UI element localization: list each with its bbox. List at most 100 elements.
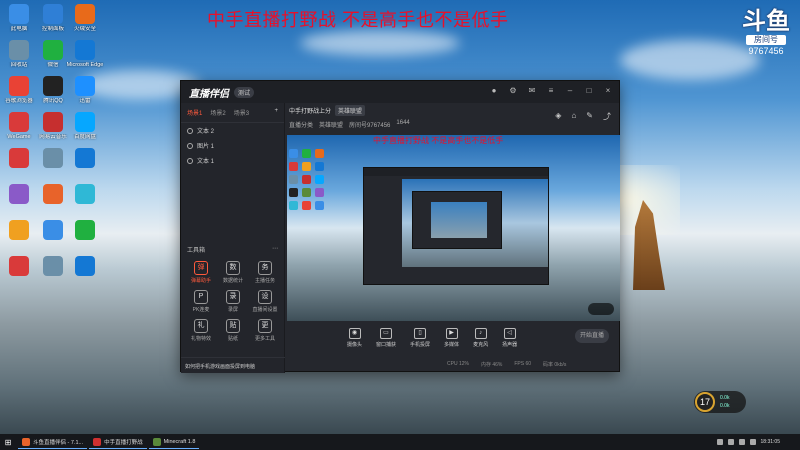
volume-icon[interactable]	[749, 439, 756, 445]
room-tag[interactable]: 英雄联盟	[335, 105, 366, 116]
desktop-icon[interactable]: 火绒安全	[66, 4, 104, 33]
room-title[interactable]: 中手打野战上分	[289, 106, 331, 115]
taskbar-item[interactable]: 中手直播打野战	[89, 435, 147, 449]
taskbar-app-icon	[152, 437, 161, 446]
desktop-icon[interactable]	[0, 256, 38, 276]
camera-button[interactable]: ◉ 摄像头	[347, 328, 362, 348]
desktop-icon[interactable]: WeGame	[0, 112, 38, 141]
speaker-button[interactable]: ◁ 扬声器	[502, 328, 517, 348]
microphone-label: 麦克风	[473, 342, 489, 348]
desktop-icon[interactable]: 回收站	[0, 40, 38, 69]
add-scene-icon[interactable]: +	[274, 108, 278, 117]
minimize-icon[interactable]: –	[565, 86, 575, 96]
tools-more-icon[interactable]: ⋯	[272, 245, 278, 254]
desktop-icon[interactable]	[66, 256, 104, 276]
desktop-icon[interactable]	[66, 220, 104, 240]
visibility-icon[interactable]	[187, 127, 193, 134]
desktop-icon[interactable]: 此电脑	[0, 4, 38, 33]
bottom-tip[interactable]: 如何把手机游戏画面投屏到电脑	[181, 357, 285, 373]
tab-scene-2[interactable]: 场景2	[210, 108, 225, 117]
mini-desktop-icon	[302, 201, 311, 210]
settings-icon[interactable]: ⚙	[508, 86, 518, 96]
app-icon	[43, 220, 63, 240]
share-icon[interactable]: ⤴	[603, 111, 611, 122]
scene-tabs: 场景1 场景2 场景3 +	[181, 103, 284, 123]
menu-icon[interactable]: ≡	[546, 86, 556, 96]
recursive-titlebar	[364, 168, 548, 176]
desktop-icon[interactable]	[0, 148, 38, 168]
gift-icon[interactable]: ◈	[555, 111, 561, 122]
app-icon	[43, 112, 63, 132]
tool-button[interactable]: 录录屏	[217, 290, 249, 313]
media-button[interactable]: ▶ 多媒体	[444, 328, 459, 348]
tool-icon: 贴	[226, 319, 240, 333]
close-icon[interactable]: ×	[603, 86, 613, 96]
tool-icon: 礼	[194, 319, 208, 333]
tool-button[interactable]: 设直播间设置	[249, 290, 281, 313]
taskbar-item[interactable]: Minecraft 1.8	[148, 435, 200, 449]
tab-scene-3[interactable]: 场景3	[234, 108, 249, 117]
tool-button[interactable]: 弹弹幕助手	[185, 261, 217, 284]
tool-button[interactable]: 更更多工具	[249, 319, 281, 342]
mini-desktop-icon	[315, 188, 324, 197]
network-icon[interactable]	[738, 439, 745, 445]
start-live-button[interactable]: 开始直播	[575, 329, 609, 343]
desktop-icon[interactable]	[0, 184, 38, 204]
taskbar-item[interactable]: 斗鱼直播伴侣 - 7.1...	[18, 435, 88, 449]
mini-desktop-icon	[315, 149, 324, 158]
tray-icon[interactable]	[727, 439, 734, 445]
avatar-icon[interactable]: ●	[489, 86, 499, 96]
clock[interactable]: 18:31:05	[761, 439, 780, 445]
stream-preview[interactable]: 中手直播打野战 不是高手也不是低手	[287, 135, 620, 321]
room-meta: 1644	[396, 120, 410, 126]
windows-start-icon[interactable]: ⊞	[0, 434, 16, 450]
preview-desktop-icons	[289, 149, 329, 210]
tool-button[interactable]: 数数据统计	[217, 261, 249, 284]
desktop-icon[interactable]	[66, 184, 104, 204]
tab-scene-1[interactable]: 场景1	[187, 108, 202, 117]
app-icon	[43, 4, 63, 24]
widget-stat-1: 0.0k	[720, 395, 730, 401]
tool-button[interactable]: 礼礼物特效	[185, 319, 217, 342]
logo-sub: 房间号	[746, 35, 786, 45]
message-icon[interactable]: ✉	[527, 86, 537, 96]
phone-cast-button[interactable]: ▯ 手机投屏	[410, 328, 430, 348]
level-widget[interactable]: 17 0.0k 0.0k	[694, 391, 746, 413]
system-tray: 18:31:05	[716, 434, 780, 450]
source-item[interactable]: 文本 2	[181, 123, 284, 138]
desktop-icon[interactable]: 谷歌浏览器	[0, 76, 38, 105]
source-item[interactable]: 图片 1	[181, 138, 284, 153]
app-icon	[75, 220, 95, 240]
tool-button[interactable]: 务主播任务	[249, 261, 281, 284]
window-capture-button[interactable]: ▭ 窗口捕获	[376, 328, 396, 348]
preview-overlay-title: 中手直播打野战 不是高手也不是低手	[373, 136, 504, 145]
desktop-icon[interactable]	[0, 220, 38, 240]
desktop-icon[interactable]	[66, 148, 104, 168]
tool-icon: 设	[258, 290, 272, 304]
tool-button[interactable]: 贴贴纸	[217, 319, 249, 342]
desktop-icon[interactable]: 百度网盘	[66, 112, 104, 141]
cloud-decoration	[300, 30, 460, 56]
app-icon	[75, 148, 95, 168]
room-meta: 房间号9767456	[349, 123, 391, 129]
source-item[interactable]: 文本 1	[181, 153, 284, 168]
widget-stat-2: 0.0k	[720, 403, 730, 409]
visibility-icon[interactable]	[187, 157, 193, 164]
edit-icon[interactable]: ✎	[586, 111, 593, 122]
taskbar-item-label: Minecraft 1.8	[163, 438, 196, 445]
tool-button[interactable]: P PK连麦	[185, 290, 217, 313]
mini-desktop-icon	[315, 162, 324, 171]
room-meta[interactable]: 英雄联盟	[319, 120, 343, 129]
tool-icon: 更	[258, 319, 272, 333]
version-badge[interactable]: 测试	[234, 86, 255, 98]
visibility-icon[interactable]	[187, 142, 193, 149]
taskbar-tasks: 斗鱼直播伴侣 - 7.1... 中手直播打野战 Minecraft 1.8	[16, 435, 200, 449]
app-icon	[43, 256, 63, 276]
tray-icon[interactable]	[716, 439, 723, 445]
desktop-icon[interactable]: Microsoft Edge	[66, 40, 104, 69]
microphone-button[interactable]: ♪ 麦克风	[473, 328, 488, 348]
maximize-icon[interactable]: □	[584, 86, 594, 96]
fps-stat: FPS 60	[514, 361, 532, 367]
lock-icon[interactable]: ⌂	[571, 111, 576, 122]
desktop-icon[interactable]: 迅雷	[66, 76, 104, 105]
